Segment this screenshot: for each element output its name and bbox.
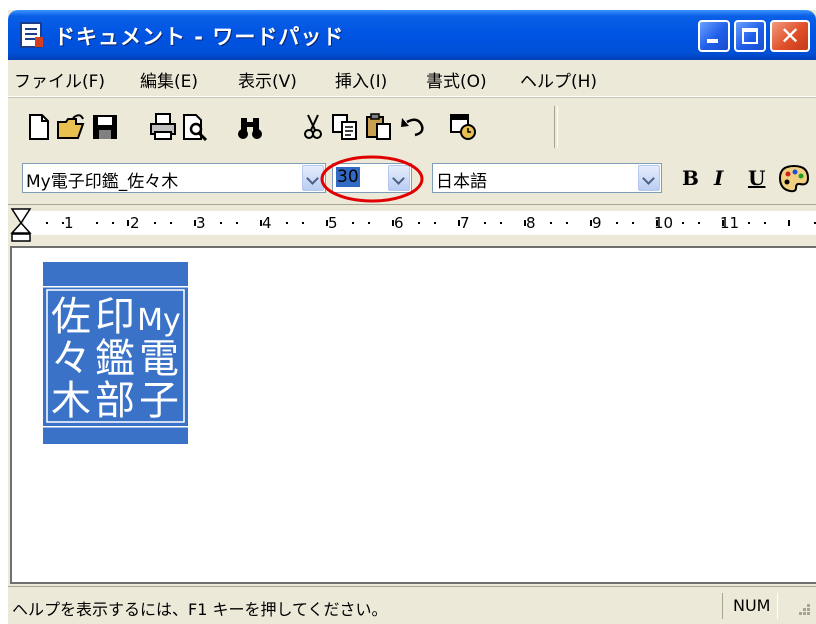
svg-text:鑑: 鑑 xyxy=(95,336,135,382)
seal-stamp-graphic: My 電 子 印 鑑 部 佐 々 木 xyxy=(43,262,188,444)
close-button[interactable]: ✕ xyxy=(770,20,810,52)
print-preview-icon[interactable] xyxy=(180,112,210,142)
font-name-value: My電子印鑑_佐々木 xyxy=(26,172,179,192)
minimize-icon xyxy=(707,39,718,43)
undo-icon[interactable] xyxy=(398,112,428,142)
menu-format[interactable]: 書式(O) xyxy=(426,67,487,92)
seal-stamp-image[interactable]: My 電 子 印 鑑 部 佐 々 木 xyxy=(43,262,188,444)
script-dropdown-arrow-icon[interactable] xyxy=(638,165,660,191)
wordpad-window: ドキュメント - ワードパッド ✕ ファイル(F) 編集(E) 表示(V) 挿入… xyxy=(8,10,816,624)
close-icon: ✕ xyxy=(779,22,801,50)
num-lock-indicator: NUM xyxy=(733,596,771,615)
toolbar-separator xyxy=(554,106,558,148)
indent-marker-icon[interactable] xyxy=(10,207,32,243)
ruler-number: 7 xyxy=(460,214,470,232)
svg-text:子: 子 xyxy=(139,378,179,424)
status-help-text: ヘルプを表示するには、F1 キーを押してください。 xyxy=(12,600,388,619)
wordpad-icon[interactable] xyxy=(20,22,43,48)
find-binoculars-icon[interactable] xyxy=(236,112,266,142)
italic-button[interactable]: I xyxy=(714,166,723,190)
highlight-circle-annotation xyxy=(320,155,424,203)
ruler-number: 6 xyxy=(394,214,404,232)
copy-icon[interactable] xyxy=(330,112,360,142)
ruler-number: 11 xyxy=(720,214,740,232)
script-value: 日本語 xyxy=(436,172,487,192)
underline-button[interactable]: U xyxy=(748,166,765,190)
maximize-button[interactable] xyxy=(734,20,766,52)
standard-toolbar xyxy=(8,97,816,155)
maximize-icon xyxy=(742,28,758,44)
ruler-number: 8 xyxy=(526,214,536,232)
ruler-number: 3 xyxy=(196,214,206,232)
ruler-number: 1 xyxy=(64,214,74,232)
num-lock-panel: NUM xyxy=(722,593,778,619)
menu-help[interactable]: ヘルプ(H) xyxy=(520,67,597,92)
cut-scissors-icon[interactable] xyxy=(298,112,328,142)
save-disk-icon[interactable] xyxy=(90,112,120,142)
menu-view[interactable]: 表示(V) xyxy=(238,67,297,92)
print-icon[interactable] xyxy=(148,112,178,142)
window-title: ドキュメント - ワードパッド xyxy=(54,25,345,49)
menu-edit[interactable]: 編集(E) xyxy=(140,67,198,92)
svg-text:々: 々 xyxy=(51,336,91,382)
bold-button[interactable]: B xyxy=(682,166,699,190)
ruler-number: 10 xyxy=(654,214,674,232)
script-select[interactable]: 日本語 xyxy=(432,163,662,193)
svg-text:部: 部 xyxy=(95,378,135,424)
ruler-number: 5 xyxy=(328,214,338,232)
title-bar[interactable]: ドキュメント - ワードパッド ✕ xyxy=(8,10,816,60)
menu-file[interactable]: ファイル(F) xyxy=(14,67,105,92)
ruler-ticks xyxy=(46,220,816,226)
document-area[interactable]: My 電 子 印 鑑 部 佐 々 木 xyxy=(10,246,816,584)
paste-icon[interactable] xyxy=(364,112,394,142)
ruler[interactable]: 1 2 3 4 5 6 7 8 9 10 11 xyxy=(8,205,816,245)
date-time-icon[interactable] xyxy=(448,112,478,142)
svg-text:佐: 佐 xyxy=(51,294,91,340)
ruler-number: 4 xyxy=(262,214,272,232)
ruler-number: 9 xyxy=(592,214,602,232)
ruler-number: 2 xyxy=(130,214,140,232)
ruler-strip xyxy=(24,211,816,235)
status-bar: ヘルプを表示するには、F1 キーを押してください。 NUM xyxy=(8,586,816,624)
format-toolbar: My電子印鑑_佐々木 30 日本語 B I U xyxy=(8,154,816,205)
font-name-select[interactable]: My電子印鑑_佐々木 xyxy=(22,163,326,193)
resize-grip-icon[interactable] xyxy=(792,601,812,621)
open-folder-icon[interactable] xyxy=(56,112,86,142)
new-doc-icon[interactable] xyxy=(24,112,54,142)
menu-insert[interactable]: 挿入(I) xyxy=(335,67,387,92)
menu-bar: ファイル(F) 編集(E) 表示(V) 挿入(I) 書式(O) ヘルプ(H) xyxy=(8,60,816,97)
svg-text:木: 木 xyxy=(51,378,91,424)
svg-text:印: 印 xyxy=(95,294,135,340)
minimize-button[interactable] xyxy=(698,20,730,52)
svg-text:My: My xyxy=(137,303,181,338)
color-palette-icon[interactable] xyxy=(778,164,810,194)
svg-text:電: 電 xyxy=(139,336,179,382)
